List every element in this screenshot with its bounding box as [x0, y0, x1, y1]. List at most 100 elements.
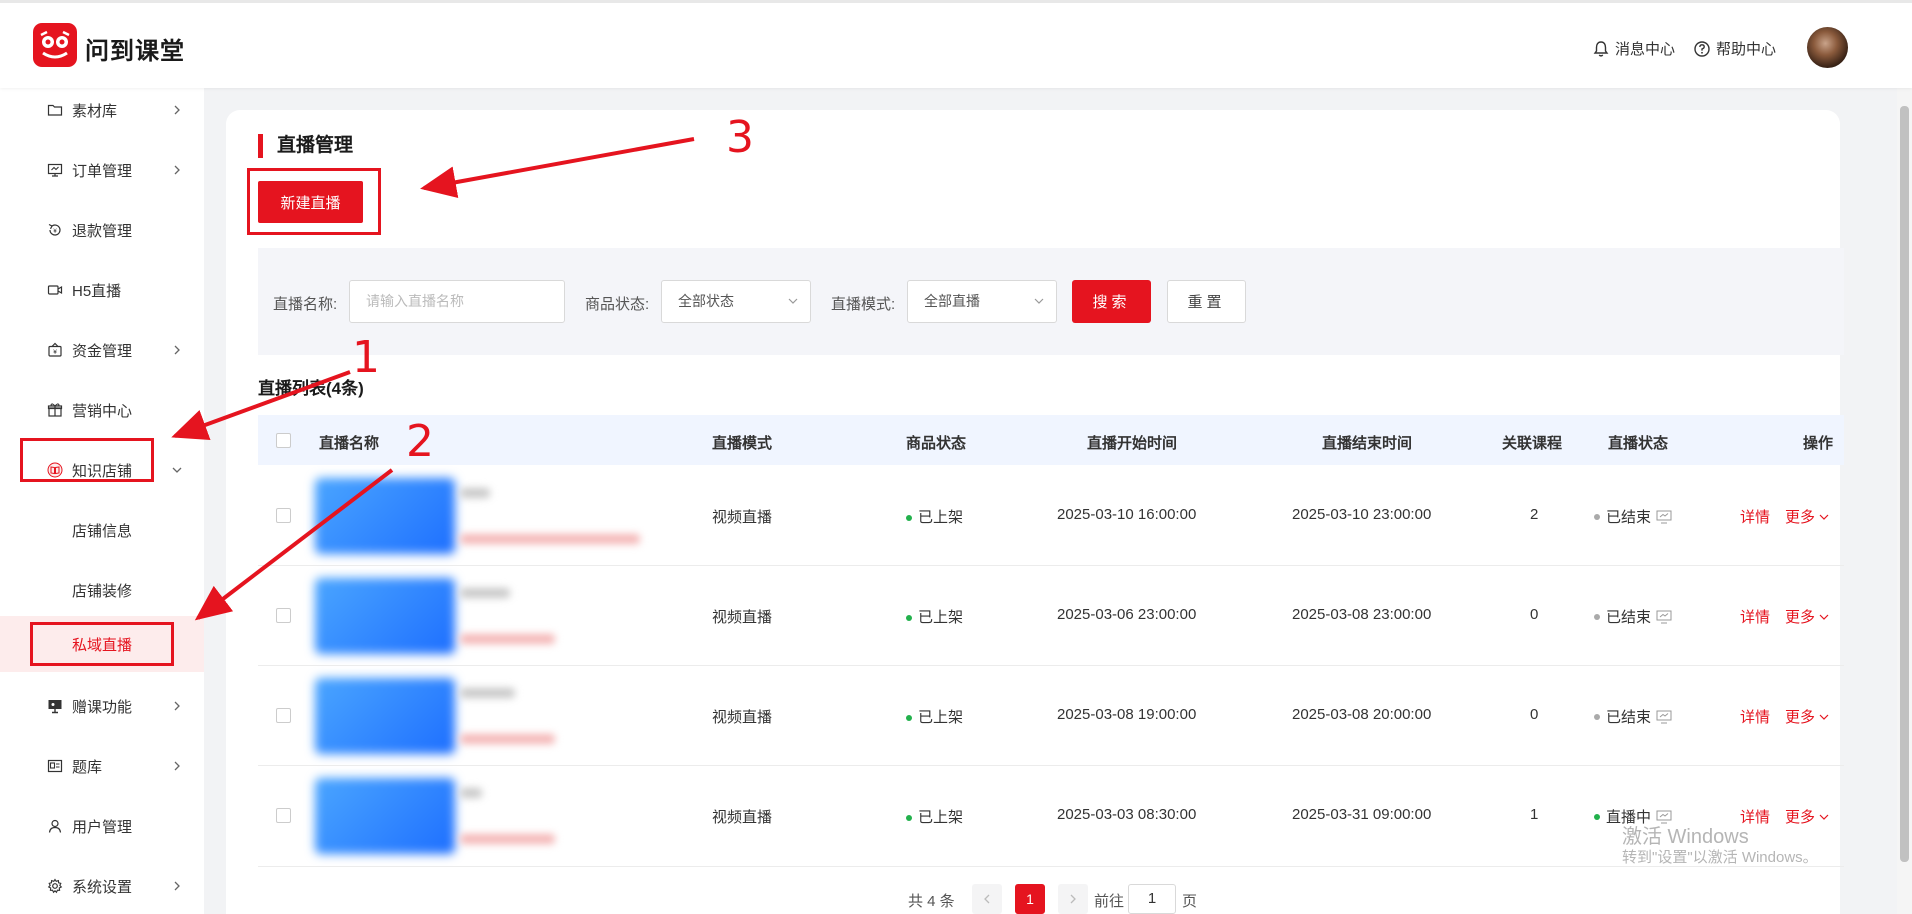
more-label: 更多	[1785, 709, 1816, 726]
product-status-select[interactable]: 全部状态	[661, 280, 811, 323]
sidebar-item-refunds[interactable]: ¥ 退款管理	[0, 208, 204, 252]
sidebar-item-users[interactable]: 用户管理	[0, 804, 204, 848]
sidebar-item-label: 题库	[72, 758, 103, 776]
more-dropdown[interactable]: 更多	[1785, 506, 1829, 527]
top-header: 问到课堂 消息中心 帮助中心	[0, 0, 1912, 88]
status-dot	[1594, 513, 1600, 520]
sidebar-item-settings[interactable]: 系统设置	[0, 864, 204, 908]
more-dropdown[interactable]: 更多	[1785, 706, 1829, 727]
chevron-left-icon	[984, 894, 990, 904]
detail-link[interactable]: 详情	[1740, 506, 1770, 527]
sidebar-item-funds[interactable]: ¥ 资金管理	[0, 328, 204, 372]
more-dropdown[interactable]: 更多	[1785, 806, 1829, 827]
column-header: 直播状态	[1608, 435, 1669, 452]
next-page-button[interactable]	[1058, 884, 1088, 914]
sidebar-item-store-info[interactable]: 店铺信息	[0, 508, 204, 552]
sidebar-item-gift-courses[interactable]: 赠课功能	[0, 684, 204, 728]
column-header: 操作	[1803, 435, 1834, 452]
card-icon	[47, 759, 63, 773]
table-header	[258, 415, 1844, 465]
live-thumbnail	[315, 578, 455, 654]
goto-page-input[interactable]: 1	[1128, 884, 1176, 914]
row-checkbox[interactable]	[276, 508, 291, 523]
product-status-text: 已上架	[918, 709, 964, 726]
sidebar-item-question-bank[interactable]: 题库	[0, 744, 204, 788]
sidebar-item-h5-live[interactable]: H5直播	[0, 268, 204, 312]
live-mode-value: 全部直播	[924, 293, 980, 309]
start-time-cell: 2025-03-10 16:00:00	[1057, 506, 1197, 523]
avatar[interactable]	[1807, 27, 1848, 68]
playback-icon[interactable]	[1656, 510, 1672, 524]
more-label: 更多	[1785, 809, 1816, 826]
row-divider	[258, 665, 1844, 666]
live-mode-select[interactable]: 全部直播	[907, 280, 1057, 323]
detail-link[interactable]: 详情	[1740, 706, 1770, 727]
prev-page-button[interactable]	[972, 884, 1002, 914]
annotation-box-new-live	[247, 168, 381, 235]
select-all-checkbox[interactable]	[276, 433, 291, 448]
help-icon	[1694, 40, 1710, 57]
row-divider	[258, 765, 1844, 766]
product-status-text: 已上架	[918, 509, 964, 526]
live-mode-cell: 视频直播	[712, 509, 773, 526]
search-button[interactable]: 搜索	[1072, 280, 1151, 323]
status-dot	[906, 715, 912, 722]
live-thumbnail	[315, 678, 455, 754]
row-checkbox[interactable]	[276, 808, 291, 823]
product-status-text: 已上架	[918, 609, 964, 626]
sidebar: 素材库 订单管理 ¥ 退款管理 H5直播 ¥ 资金管理 营销中心 知识店铺 店铺…	[0, 88, 204, 914]
status-dot	[906, 615, 912, 622]
live-thumbnail	[315, 478, 455, 554]
product-status-cell: 已上架	[906, 606, 963, 627]
blurred-subtitle	[460, 734, 555, 744]
notifications-label: 消息中心	[1615, 41, 1676, 58]
bell-icon	[1593, 40, 1609, 57]
product-status-label: 商品状态:	[585, 296, 650, 313]
playback-icon[interactable]	[1656, 710, 1672, 724]
gift-icon	[47, 403, 63, 417]
status-dot	[906, 815, 912, 822]
chevron-down-icon	[172, 467, 182, 473]
logo-icon[interactable]	[33, 23, 77, 67]
playback-icon[interactable]	[1656, 610, 1672, 624]
product-status-cell: 已上架	[906, 806, 963, 827]
blurred-subtitle	[460, 634, 555, 644]
scrollbar-thumb[interactable]	[1900, 106, 1909, 862]
goto-label: 前往	[1094, 893, 1125, 910]
video-icon	[47, 285, 63, 295]
live-mode-label: 直播模式:	[831, 296, 896, 313]
sidebar-item-store-decoration[interactable]: 店铺装修	[0, 568, 204, 612]
product-status-value: 全部状态	[678, 293, 734, 309]
more-dropdown[interactable]: 更多	[1785, 606, 1829, 627]
annotation-box-private-live	[30, 622, 174, 666]
sidebar-item-materials[interactable]: 素材库	[0, 88, 204, 132]
row-checkbox[interactable]	[276, 608, 291, 623]
reset-button[interactable]: 重置	[1167, 280, 1246, 323]
page-title: 直播管理	[258, 134, 353, 158]
page-number-button[interactable]: 1	[1015, 884, 1045, 914]
row-checkbox[interactable]	[276, 708, 291, 723]
start-time-cell: 2025-03-03 08:30:00	[1057, 806, 1197, 823]
blurred-title	[460, 688, 515, 698]
list-title: 直播列表(4条)	[258, 379, 364, 398]
product-status-cell: 已上架	[906, 506, 963, 527]
course-count-cell: 1	[1530, 806, 1539, 823]
svg-text:¥: ¥	[53, 349, 57, 356]
sidebar-item-label: 资金管理	[72, 342, 133, 360]
chevron-down-icon	[788, 298, 798, 304]
help-link[interactable]: 帮助中心	[1693, 38, 1776, 59]
notifications-link[interactable]: 消息中心	[1592, 38, 1675, 59]
annotation-box-knowledge-store	[20, 438, 154, 482]
chevron-right-icon	[174, 761, 180, 771]
settings-icon	[47, 878, 63, 894]
sidebar-item-marketing[interactable]: 营销中心	[0, 388, 204, 432]
live-thumbnail	[315, 778, 455, 854]
detail-link[interactable]: 详情	[1740, 606, 1770, 627]
live-name-input[interactable]: 请输入直播名称	[349, 280, 565, 323]
refund-icon: ¥	[48, 223, 61, 236]
folder-icon	[47, 104, 63, 116]
live-mode-cell: 视频直播	[712, 709, 773, 726]
column-header: 直播结束时间	[1322, 435, 1413, 452]
sidebar-item-orders[interactable]: 订单管理	[0, 148, 204, 192]
live-mode-cell: 视频直播	[712, 809, 773, 826]
